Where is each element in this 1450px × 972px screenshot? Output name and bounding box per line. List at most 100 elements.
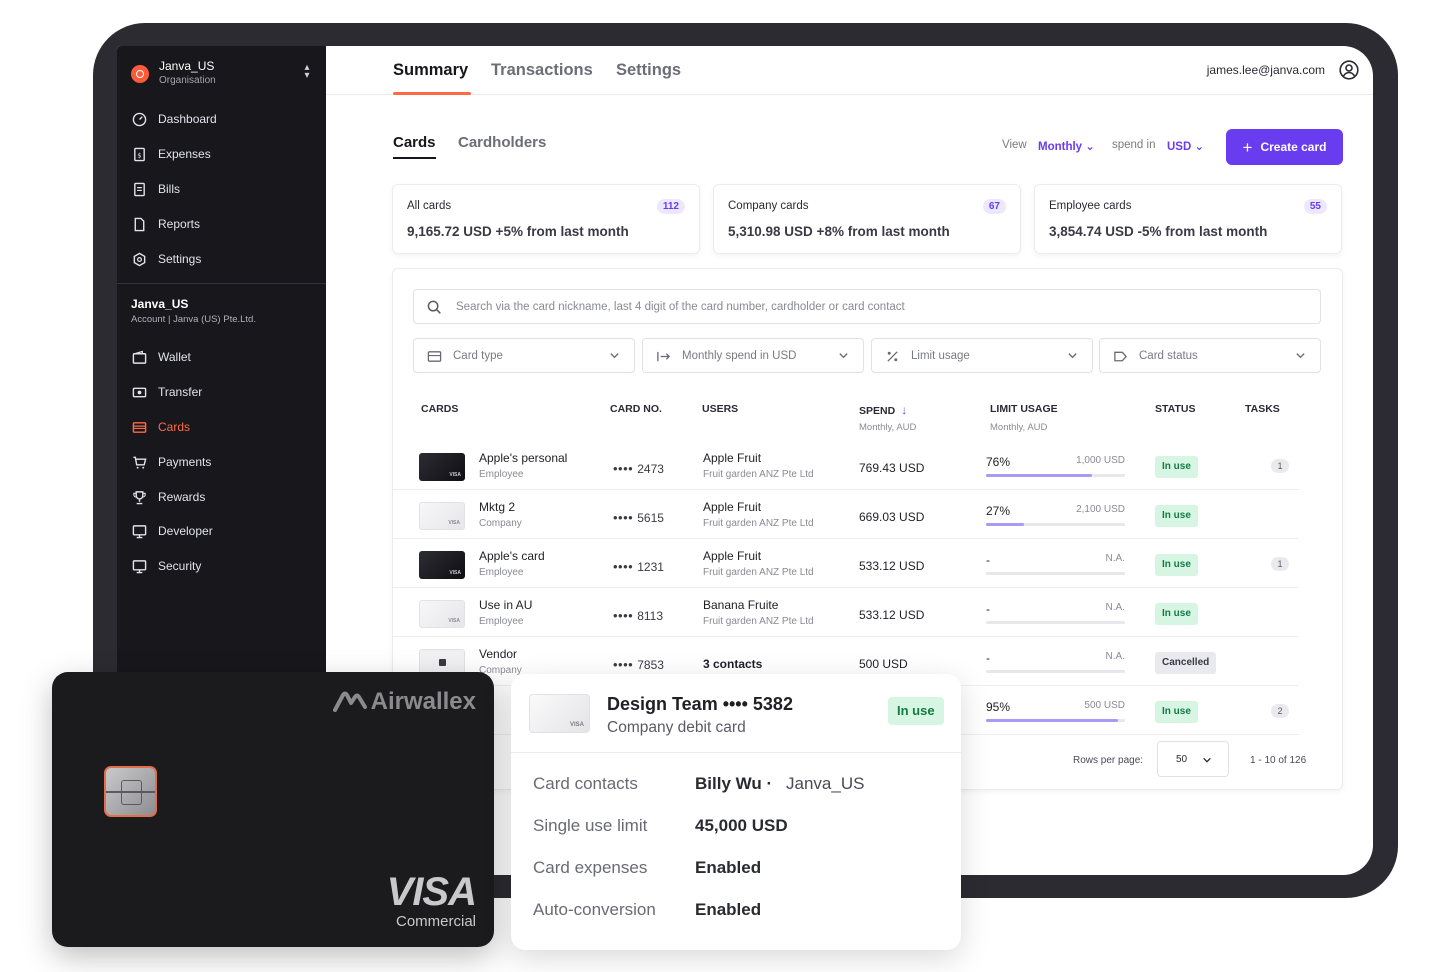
filter-card-type[interactable]: Card type xyxy=(413,338,635,373)
field-value-extra: Janva_US xyxy=(786,774,865,793)
stat-card-employee[interactable]: Employee cards 55 3,854.74 USD -5% from … xyxy=(1034,184,1342,254)
column-header-card-no[interactable]: CARD NO. xyxy=(610,403,662,415)
card-spend: 533.12 USD xyxy=(859,559,925,573)
subtab-cards[interactable]: Cards xyxy=(393,134,436,151)
user-avatar-icon[interactable] xyxy=(1339,60,1359,80)
card-spend: 500 USD xyxy=(859,657,908,671)
filter-monthly-spend[interactable]: Monthly spend in USD xyxy=(642,338,864,373)
sort-down-icon: ↓ xyxy=(901,403,908,417)
column-header-tasks[interactable]: TASKS xyxy=(1245,403,1280,415)
masked-digits: •••• xyxy=(613,510,634,525)
table-row[interactable]: VISA Apple's personal Employee •••• 2473 Appl… xyxy=(393,441,1299,490)
limit-amount: N.A. xyxy=(1105,651,1125,662)
limit-amount: N.A. xyxy=(1105,602,1125,613)
card-user-org: Fruit garden ANZ Pte Ltd xyxy=(703,469,814,480)
create-card-button[interactable]: + Create card xyxy=(1226,129,1343,165)
limit-usage-bar xyxy=(986,572,1125,575)
document-icon xyxy=(131,181,147,197)
limit-usage-fill xyxy=(986,474,1092,477)
card-user: Apple Fruit xyxy=(703,549,762,563)
period-select[interactable]: Monthly ⌄ xyxy=(1038,139,1095,153)
subtab-cardholders[interactable]: Cardholders xyxy=(458,134,546,151)
stat-card-company[interactable]: Company cards 67 5,310.98 USD +8% from l… xyxy=(713,184,1021,254)
table-row[interactable]: VISA Mktg 2 Company •••• 5615 Apple Fruit Frui… xyxy=(393,490,1299,539)
rows-per-page-select[interactable]: 50 xyxy=(1157,741,1229,777)
limit-percent: 27% xyxy=(986,504,1011,518)
chevron-down-icon xyxy=(1203,757,1211,763)
card-thumbnail: VISA xyxy=(419,502,465,530)
card-thumbnail: VISA xyxy=(419,551,465,579)
dashboard-icon xyxy=(131,111,147,127)
spend-header-label: SPEND xyxy=(859,405,896,417)
column-header-spend[interactable]: SPEND ↓ xyxy=(859,403,907,417)
card-name: Use in AU xyxy=(479,598,533,612)
field-label: Card contacts xyxy=(533,774,638,793)
count-badge: 67 xyxy=(982,199,1006,214)
tab-summary[interactable]: Summary xyxy=(393,61,468,80)
org-switcher[interactable]: Janva_US Organisation ▴ ▾ xyxy=(131,58,313,90)
currency-select[interactable]: USD ⌄ xyxy=(1167,139,1204,153)
card-last4: 8113 xyxy=(637,609,664,623)
filter-limit-usage[interactable]: Limit usage xyxy=(871,338,1093,373)
stat-value: 9,165.72 USD +5% from last month xyxy=(407,224,629,239)
card-last4: 5615 xyxy=(637,511,664,525)
sidebar-item-developer[interactable]: Developer xyxy=(131,520,213,542)
sidebar-item-rewards[interactable]: Rewards xyxy=(131,486,205,508)
status-badge: In use xyxy=(1155,456,1198,478)
plus-icon: + xyxy=(1242,137,1253,157)
sidebar-item-settings[interactable]: Settings xyxy=(131,248,201,270)
create-card-label: Create card xyxy=(1260,140,1327,154)
masked-digits: •••• xyxy=(613,559,634,574)
view-label: View xyxy=(1002,139,1027,151)
sidebar-item-reports[interactable]: Reports xyxy=(131,213,200,235)
tab-settings[interactable]: Settings xyxy=(616,61,681,80)
sidebar-item-wallet[interactable]: Wallet xyxy=(131,346,191,368)
stat-card-all[interactable]: All cards 112 9,165.72 USD +5% from last… xyxy=(392,184,700,254)
card-user: Apple Fruit xyxy=(703,451,762,465)
visa-sub-label: Commercial xyxy=(395,913,476,930)
field-value: Enabled xyxy=(695,900,762,919)
sidebar-item-bills[interactable]: Bills xyxy=(131,178,180,200)
stat-label: Employee cards xyxy=(1049,200,1132,212)
sidebar-item-dashboard[interactable]: Dashboard xyxy=(131,108,217,130)
card-type: Employee xyxy=(479,469,524,480)
tab-transactions[interactable]: Transactions xyxy=(491,61,593,80)
task-count-badge[interactable]: 2 xyxy=(1271,704,1289,718)
sidebar-item-payments[interactable]: Payments xyxy=(131,451,211,473)
user-email[interactable]: james.lee@janva.com xyxy=(1207,63,1325,77)
popup-subtitle: Company debit card xyxy=(607,719,746,736)
column-header-users[interactable]: USERS xyxy=(702,403,738,415)
card-thumbnail: VISA xyxy=(419,600,465,628)
search-input[interactable]: Search via the card nickname, last 4 dig… xyxy=(413,289,1321,324)
visa-mini-logo: VISA xyxy=(448,618,460,624)
card-icon xyxy=(131,419,147,435)
masked-digits: •••• xyxy=(613,608,634,623)
physical-card: Airwallex VISA Commercial xyxy=(52,672,494,947)
popup-title: Design Team •••• 5382 xyxy=(607,694,793,714)
chip-icon xyxy=(104,766,157,817)
airwallex-logo: Airwallex xyxy=(332,688,476,716)
chevron-down-icon xyxy=(839,353,848,359)
filter-card-status[interactable]: Card status xyxy=(1099,338,1321,373)
table-row[interactable]: VISA Use in AU Employee •••• 8113 Banana Frui… xyxy=(393,588,1299,637)
sidebar-item-label: Bills xyxy=(158,182,181,196)
sidebar-item-expenses[interactable]: $ Expenses xyxy=(131,143,211,165)
column-header-cards[interactable]: CARDS xyxy=(421,403,458,415)
column-header-limit-usage[interactable]: LIMIT USAGE xyxy=(990,403,1058,415)
account-sub: Account | Janva (US) Pte.Ltd. xyxy=(131,314,256,325)
task-count-badge[interactable]: 1 xyxy=(1271,459,1289,473)
task-count-badge[interactable]: 1 xyxy=(1271,557,1289,571)
sidebar-item-label: Security xyxy=(158,559,202,573)
sidebar-item-transfer[interactable]: Transfer xyxy=(131,381,202,403)
status-badge: In use xyxy=(888,697,944,725)
monitor-icon xyxy=(131,558,147,574)
transfer-icon xyxy=(131,384,147,400)
filter-label: Limit usage xyxy=(911,350,970,362)
sidebar-item-label: Transfer xyxy=(158,385,203,399)
sidebar-item-label: Settings xyxy=(158,252,202,266)
table-row[interactable]: VISA Apple's card Employee •••• 1231 Apple Fr… xyxy=(393,539,1299,588)
sidebar-item-security[interactable]: Security xyxy=(131,555,201,577)
limit-usage-bar xyxy=(986,523,1125,526)
column-header-status[interactable]: STATUS xyxy=(1155,403,1195,415)
sidebar-item-cards[interactable]: Cards xyxy=(131,416,190,438)
